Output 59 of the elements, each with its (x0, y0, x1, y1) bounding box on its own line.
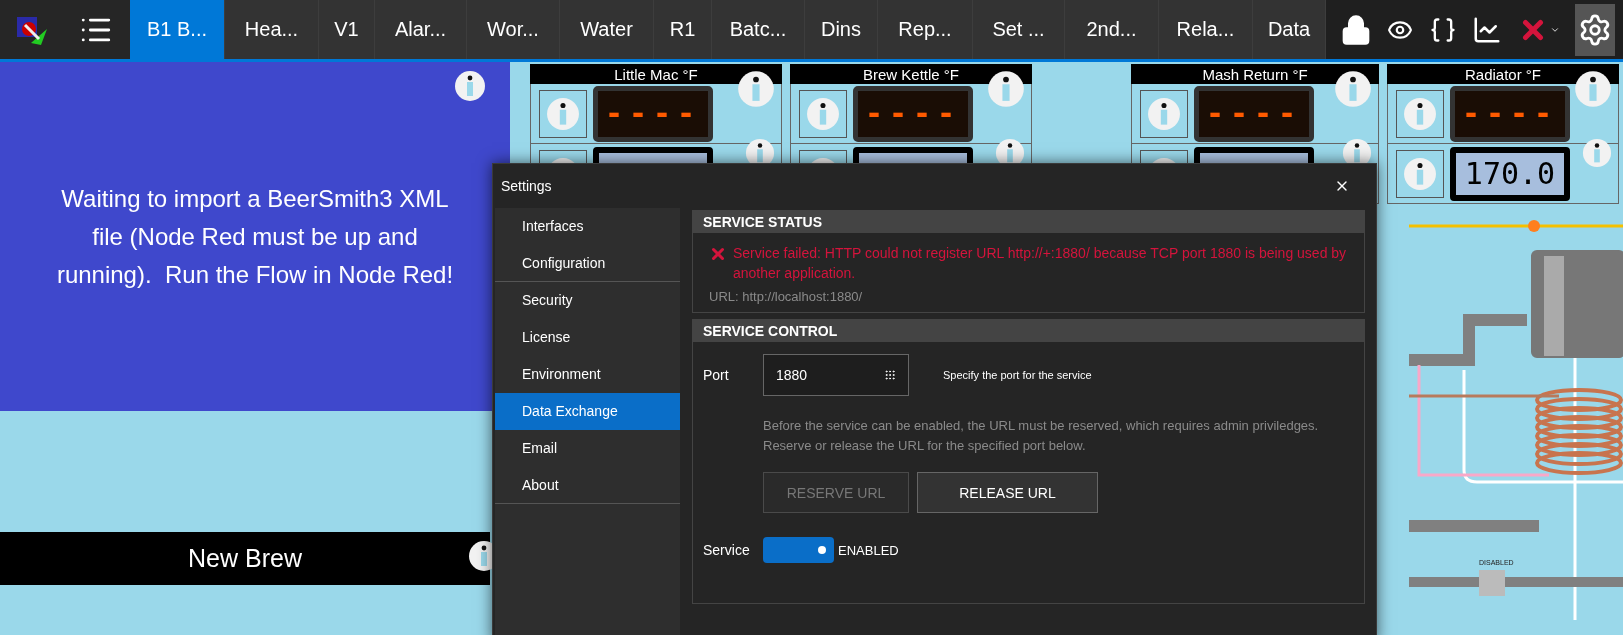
sensor-tile[interactable] (1396, 149, 1444, 198)
nav-item[interactable]: License (495, 319, 680, 356)
nav-item[interactable]: Interfaces (495, 208, 680, 245)
tab[interactable]: 2nd... (1065, 0, 1159, 59)
gauge-title: Little Mac °F (530, 64, 782, 84)
port-label: Port (703, 367, 730, 383)
gauge-title: Mash Return °F (1131, 64, 1379, 84)
info-icon[interactable] (987, 70, 1025, 108)
led-display: ---- (1194, 85, 1314, 142)
tab[interactable]: R1 (654, 0, 712, 59)
tab[interactable]: Batc... (712, 0, 805, 59)
lcd-display: 170.0 (1450, 146, 1570, 201)
tab[interactable]: Water (560, 0, 654, 59)
error-icon (709, 245, 727, 263)
section-heading: SERVICE STATUS (693, 211, 1364, 233)
nav-item[interactable]: Security (495, 282, 680, 319)
nav-item[interactable]: Data Exchange (495, 393, 680, 430)
sensor-tile[interactable] (799, 89, 847, 138)
nav-item[interactable]: Environment (495, 356, 680, 393)
dialog-title: Settings (501, 178, 552, 194)
led-display: ---- (593, 85, 713, 142)
url-button[interactable]: RELEASE URL (917, 472, 1098, 513)
port-field[interactable]: 1880 (763, 354, 909, 396)
info-icon[interactable] (454, 70, 486, 102)
port-hint: Specify the port for the service (943, 369, 1092, 381)
tab[interactable]: Rep... (878, 0, 973, 59)
tab[interactable]: Data (1253, 0, 1326, 59)
nav-item[interactable]: Email (495, 430, 680, 467)
description-text: Before the service can be enabled, the URL must be reserved, which requires admin priviledges. Reserve or release the URL for the specified port below. (763, 417, 1320, 455)
tab[interactable]: Wor... (467, 0, 560, 59)
service-toggle[interactable] (763, 537, 834, 563)
info-icon[interactable] (1574, 70, 1612, 108)
tab[interactable]: Rela... (1159, 0, 1253, 59)
service-state: ENABLED (838, 542, 899, 558)
new-brew-button[interactable]: New Brew (0, 532, 490, 585)
section-heading: SERVICE CONTROL (693, 320, 1364, 342)
grid-icon[interactable] (884, 369, 896, 381)
tab[interactable]: Alar... (375, 0, 467, 59)
info-icon[interactable] (737, 70, 775, 108)
status-message: Waiting to import a BeerSmith3 XML file (Node Red must be up and running). Run the Flow in Node Red! (55, 183, 455, 290)
tab[interactable]: Hea... (225, 0, 319, 59)
nav-item[interactable]: About (495, 467, 680, 504)
service-label: Service (703, 542, 751, 558)
tab[interactable]: B1 B... (130, 0, 225, 59)
sensor-tile[interactable] (1396, 89, 1444, 138)
gauge-title: Brew Kettle °F (790, 64, 1032, 84)
tab[interactable]: Dins (805, 0, 878, 59)
tab[interactable]: Set ... (973, 0, 1065, 59)
sensor-tile[interactable] (1140, 89, 1188, 138)
error-message: Service failed: HTTP could not register URL http://+:1880/ because TCP port 1880 is being used by another application. (733, 244, 1348, 283)
info-icon[interactable] (1334, 70, 1372, 108)
led-display: ---- (1450, 85, 1570, 142)
led-display: ---- (853, 85, 973, 142)
braces-icon[interactable] (1428, 15, 1457, 44)
tab[interactable]: V1 (319, 0, 375, 59)
sensor-tile[interactable] (539, 89, 587, 138)
settings-button[interactable] (1575, 3, 1616, 56)
service-url: URL: http://localhost:1880/ (709, 289, 864, 304)
nav-item[interactable]: Configuration (495, 245, 680, 282)
